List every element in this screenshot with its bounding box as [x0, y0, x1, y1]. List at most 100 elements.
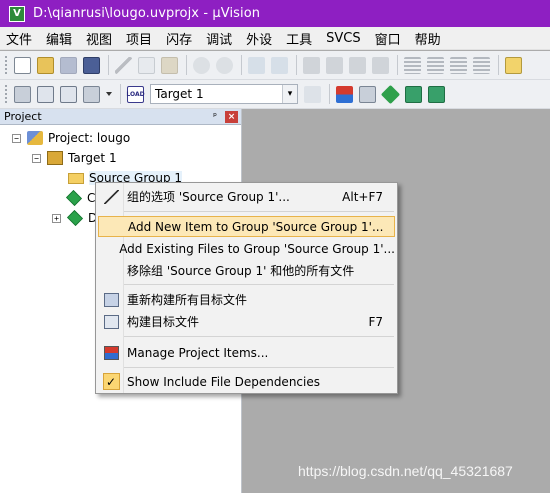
unindent-icon[interactable]: [427, 56, 444, 74]
menu-flash[interactable]: 闪存: [166, 29, 192, 48]
target-label: Target 1: [68, 151, 117, 165]
menu-item-add-existing-files[interactable]: Add Existing Files to Group 'Source Grou…: [98, 238, 395, 259]
toolbar-separator: [397, 55, 398, 75]
manage-project-items-icon[interactable]: [336, 85, 353, 103]
rebuild-icon[interactable]: [60, 85, 77, 103]
checked-icon: ✓: [98, 373, 124, 390]
build-toolbar: LOAD Target 1 ▾: [0, 80, 550, 109]
copy-icon[interactable]: [138, 56, 155, 74]
menu-window[interactable]: 窗口: [375, 29, 401, 48]
translate-icon[interactable]: [14, 85, 31, 103]
menu-item-label: Add Existing Files to Group 'Source Grou…: [119, 241, 395, 256]
menu-separator: [124, 211, 394, 212]
collapse-icon[interactable]: −: [12, 133, 21, 143]
rebuild-icon: [98, 292, 124, 307]
wand-icon: [98, 189, 124, 204]
menu-item-rebuild-all[interactable]: 重新构建所有目标文件: [98, 289, 395, 310]
build-icon[interactable]: [37, 85, 54, 103]
toolbar-separator: [498, 55, 499, 75]
pack-installer-icon[interactable]: [405, 85, 422, 103]
target-select-value: Target 1: [155, 87, 204, 101]
new-file-icon[interactable]: [14, 56, 31, 74]
component-icon: [67, 210, 83, 226]
save-icon[interactable]: [60, 56, 77, 74]
menu-item-label: Show Include File Dependencies: [127, 374, 320, 389]
tree-child-row[interactable]: C: [66, 189, 95, 207]
menu-item-label: 构建目标文件: [127, 315, 200, 329]
toolbar-grip[interactable]: [4, 55, 8, 75]
select-packs-icon[interactable]: [359, 85, 376, 103]
chevron-down-icon[interactable]: [106, 92, 112, 96]
menu-project[interactable]: 项目: [126, 29, 152, 48]
menu-item-label: 移除组 'Source Group 1' 和他的所有文件: [127, 264, 355, 278]
load-download-icon[interactable]: LOAD: [126, 85, 145, 103]
toolbar-separator: [108, 55, 109, 75]
component-icon: [66, 190, 82, 206]
menu-svcs[interactable]: SVCS: [326, 31, 360, 46]
tree-child-row[interactable]: + D: [52, 209, 97, 227]
pin-icon[interactable]: ᵖ: [209, 111, 221, 123]
clear-bookmarks-icon[interactable]: [372, 56, 389, 74]
menu-file[interactable]: 文件: [6, 29, 32, 48]
target-options-icon[interactable]: [304, 85, 321, 103]
toolbar-separator: [329, 84, 330, 104]
menu-edit[interactable]: 编辑: [46, 29, 72, 48]
pane-title: Project: [4, 110, 42, 123]
menu-debug[interactable]: 调试: [206, 29, 232, 48]
menu-separator: [124, 284, 394, 285]
project-label: Project: lougo: [48, 131, 131, 145]
target-select[interactable]: Target 1 ▾: [150, 84, 298, 104]
menu-help[interactable]: 帮助: [415, 29, 441, 48]
chevron-down-icon[interactable]: ▾: [282, 85, 297, 103]
save-all-icon[interactable]: [83, 56, 100, 74]
collapse-icon[interactable]: −: [32, 153, 41, 163]
menu-item-manage-project-items[interactable]: Manage Project Items...: [98, 342, 395, 363]
next-bookmark-icon[interactable]: [349, 56, 366, 74]
redo-icon[interactable]: [216, 56, 233, 74]
manage-items-icon: [98, 345, 124, 360]
tree-target-row[interactable]: − Target 1: [32, 149, 117, 167]
menu-item-build-target[interactable]: 构建目标文件 F7: [98, 311, 395, 332]
toolbar-grip[interactable]: [4, 84, 8, 104]
paste-icon[interactable]: [161, 56, 178, 74]
context-menu: 组的选项 'Source Group 1'... Alt+F7 Add New …: [95, 182, 398, 394]
indent-icon[interactable]: [404, 56, 421, 74]
title-bar: V D:\qianrusi\lougo.uvprojx - µVision: [0, 0, 550, 27]
navigate-back-icon[interactable]: [248, 56, 265, 74]
batch-build-icon[interactable]: [83, 85, 100, 103]
target-icon: [47, 151, 63, 165]
bookmark-icon[interactable]: [303, 56, 320, 74]
prev-bookmark-icon[interactable]: [326, 56, 343, 74]
menu-item-add-new-item[interactable]: Add New Item to Group 'Source Group 1'..…: [98, 216, 395, 237]
menu-item-label: 重新构建所有目标文件: [127, 293, 248, 307]
build-icon: [98, 314, 124, 329]
menu-item-show-include-deps[interactable]: ✓ Show Include File Dependencies: [98, 371, 395, 392]
menu-peripherals[interactable]: 外设: [246, 29, 272, 48]
expand-icon[interactable]: +: [52, 213, 61, 223]
toolbar-separator: [241, 55, 242, 75]
toolbar-separator: [120, 84, 121, 104]
open-file-icon[interactable]: [37, 56, 54, 74]
find-in-files-icon[interactable]: [505, 56, 522, 74]
menu-view[interactable]: 视图: [86, 29, 112, 48]
manage-run-time-icon[interactable]: [380, 84, 401, 104]
project-pane-header: Project ᵖ ×: [0, 109, 241, 125]
navigate-forward-icon[interactable]: [271, 56, 288, 74]
menu-bar: 文件 编辑 视图 项目 闪存 调试 外设 工具 SVCS 窗口 帮助: [0, 27, 550, 50]
close-icon[interactable]: ×: [225, 110, 238, 123]
menu-item-label: Manage Project Items...: [127, 345, 269, 360]
tree-project-row[interactable]: − Project: lougo: [12, 129, 130, 147]
menu-item-remove-group[interactable]: 移除组 'Source Group 1' 和他的所有文件: [98, 260, 395, 281]
undo-icon[interactable]: [193, 56, 210, 74]
toolbar-separator: [296, 55, 297, 75]
menu-tools[interactable]: 工具: [286, 29, 312, 48]
uv-icon: V: [9, 5, 25, 22]
component-pack-icon[interactable]: [428, 85, 445, 103]
menu-item-label: 组的选项 'Source Group 1'...: [127, 190, 290, 204]
comment-icon[interactable]: [450, 56, 467, 74]
menu-item-group-options[interactable]: 组的选项 'Source Group 1'... Alt+F7: [98, 186, 395, 207]
uncomment-icon[interactable]: [473, 56, 490, 74]
menu-item-shortcut: F7: [368, 314, 383, 329]
menu-separator: [124, 336, 394, 337]
cut-icon[interactable]: [115, 56, 132, 74]
